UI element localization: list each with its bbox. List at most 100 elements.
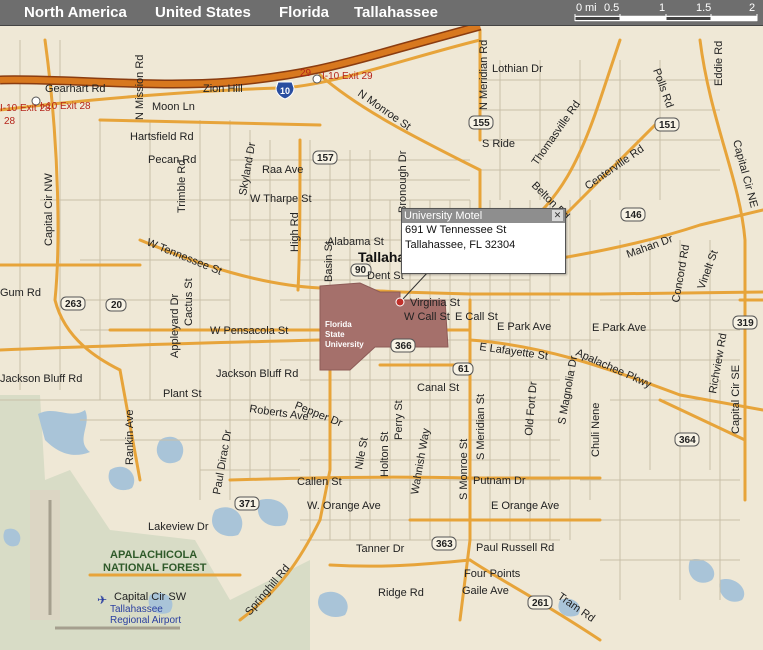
label-four-points: Four Points xyxy=(464,568,521,580)
lake-2 xyxy=(156,436,184,464)
label-cactus-st: Cactus St xyxy=(183,278,195,326)
label-gum-rd: Gum Rd xyxy=(0,287,41,299)
svg-text:319: 319 xyxy=(737,318,754,329)
airplane-icon: ✈ xyxy=(97,593,107,607)
svg-text:90: 90 xyxy=(355,265,367,276)
svg-text:Florida: Florida xyxy=(325,320,352,329)
popup-title: University Motel xyxy=(402,209,565,223)
label-tanner-dr: Tanner Dr xyxy=(356,543,405,555)
svg-text:I-10 Exit 28: I-10 Exit 28 xyxy=(40,101,91,112)
svg-text:151: 151 xyxy=(659,120,676,131)
label-virginia-st: Virginia St xyxy=(410,297,460,309)
label-e-call-st: E Call St xyxy=(455,311,498,323)
shield-364: 364 xyxy=(674,432,700,447)
popup-address-line2: Tallahassee, FL 32304 xyxy=(405,239,516,251)
label-w-orange-ave: W. Orange Ave xyxy=(307,500,381,512)
breadcrumb-tallahassee[interactable]: Tallahassee xyxy=(354,4,438,21)
svg-text:29: 29 xyxy=(300,68,312,79)
breadcrumb-florida[interactable]: Florida xyxy=(279,4,329,21)
svg-text:61: 61 xyxy=(458,364,470,375)
forest-label: APALACHICOLA NATIONAL FOREST xyxy=(103,549,207,574)
svg-text:155: 155 xyxy=(473,118,490,129)
map-window: North America United States Florida Tall… xyxy=(0,0,763,650)
label-raa-ave: Raa Ave xyxy=(262,164,303,176)
svg-text:10: 10 xyxy=(280,86,290,96)
label-rankin-ave: Rankin Ave xyxy=(124,410,136,465)
label-e-park-ave: E Park Ave xyxy=(497,321,551,333)
label-gaile-ave: Gaile Ave xyxy=(462,585,509,597)
shield-20: 20 xyxy=(105,298,127,312)
shield-146: 146 xyxy=(620,207,646,222)
shield-151: 151 xyxy=(654,117,680,132)
label-alabama-st: Alabama St xyxy=(327,236,384,248)
svg-text:366: 366 xyxy=(395,341,412,352)
svg-text:28: 28 xyxy=(4,116,16,127)
shield-363: 363 xyxy=(431,536,457,551)
map-canvas[interactable]: 157 155 151 146 263 20 90 366 61 319 364… xyxy=(0,26,763,650)
svg-text:263: 263 xyxy=(65,299,82,310)
shield-157: 157 xyxy=(312,150,338,165)
breadcrumb-united-states[interactable]: United States xyxy=(155,4,251,21)
label-holton-st: Holton St xyxy=(379,432,391,477)
label-capital-cir-sw: Capital Cir SW xyxy=(114,591,187,603)
label-chuli-nene: Chuli Nene xyxy=(590,403,602,457)
airport-runway-area xyxy=(30,490,60,620)
label-appleyard-dr: Appleyard Dr xyxy=(169,293,181,358)
label-gearhart-rd: Gearhart Rd xyxy=(45,83,106,95)
scale-bar-graphic xyxy=(574,14,758,22)
label-jackson-bluff-rd-west: Jackson Bluff Rd xyxy=(0,373,82,385)
shield-371: 371 xyxy=(234,496,260,511)
label-w-tharpe-st: W Tharpe St xyxy=(250,193,312,205)
svg-text:University: University xyxy=(325,340,364,349)
label-putnam-dr: Putnam Dr xyxy=(473,475,526,487)
exit-29-marker xyxy=(312,74,322,84)
shield-263: 263 xyxy=(60,296,86,311)
label-plant-st: Plant St xyxy=(163,388,202,400)
label-moon-ln: Moon Ln xyxy=(152,101,195,113)
label-e-orange-ave: E Orange Ave xyxy=(491,500,559,512)
label-zion-hill: Zion Hill xyxy=(203,83,243,95)
label-capital-cir-nw: Capital Cir NW xyxy=(43,173,55,246)
svg-text:APALACHICOLA: APALACHICOLA xyxy=(110,549,197,561)
label-lakeview-dr: Lakeview Dr xyxy=(148,521,209,533)
label-trimble-rd: Trimble Rd xyxy=(176,160,188,213)
svg-text:Regional Airport: Regional Airport xyxy=(110,615,181,626)
label-jackson-bluff-rd: Jackson Bluff Rd xyxy=(216,368,298,380)
label-s-meridian-st: S Meridian St xyxy=(475,394,487,460)
svg-text:Tallahassee: Tallahassee xyxy=(110,604,163,615)
label-hartsfield-rd: Hartsfield Rd xyxy=(130,131,194,143)
breadcrumb-bar: North America United States Florida Tall… xyxy=(0,0,763,26)
svg-text:371: 371 xyxy=(239,499,256,510)
label-eddie-rd: Eddie Rd xyxy=(713,41,725,86)
shield-366: 366 xyxy=(390,338,416,353)
label-n-mission-rd: N Mission Rd xyxy=(134,55,146,120)
svg-text:363: 363 xyxy=(436,539,453,550)
label-lothian-dr: Lothian Dr xyxy=(492,63,543,75)
label-paul-russell-rd: Paul Russell Rd xyxy=(476,542,554,554)
label-n-meridian-rd: N Meridian Rd xyxy=(478,40,490,110)
svg-text:I-10 Exit 29: I-10 Exit 29 xyxy=(322,71,373,82)
label-dent-st: Dent St xyxy=(367,270,404,282)
svg-text:261: 261 xyxy=(532,598,549,609)
label-pecan-rd: Pecan Rd xyxy=(148,154,196,166)
svg-text:364: 364 xyxy=(679,435,696,446)
breadcrumb-north-america[interactable]: North America xyxy=(24,4,127,21)
label-w-call-st: W Call St xyxy=(404,311,450,323)
svg-text:20: 20 xyxy=(111,300,123,311)
label-callen-st: Callen St xyxy=(297,476,342,488)
svg-text:157: 157 xyxy=(317,153,334,164)
label-canal-st: Canal St xyxy=(417,382,459,394)
label-basin-st: Basin St xyxy=(323,241,335,282)
svg-text:146: 146 xyxy=(625,210,642,221)
label-high-rd: High Rd xyxy=(289,212,301,252)
label-w-pensacola-st: W Pensacola St xyxy=(210,325,288,337)
shield-155: 155 xyxy=(468,115,494,130)
close-icon[interactable]: ✕ xyxy=(552,210,563,221)
svg-text:NATIONAL FOREST: NATIONAL FOREST xyxy=(103,562,207,574)
label-s-ride: S Ride xyxy=(482,138,515,150)
scale-bar: 0 mi 0.5 1 1.5 2 xyxy=(573,2,760,22)
shield-61: 61 xyxy=(452,362,474,376)
shield-261: 261 xyxy=(527,595,553,610)
label-perry-st: Perry St xyxy=(393,400,405,440)
location-popup[interactable]: University Motel ✕ 691 W Tennessee St Ta… xyxy=(401,208,566,274)
